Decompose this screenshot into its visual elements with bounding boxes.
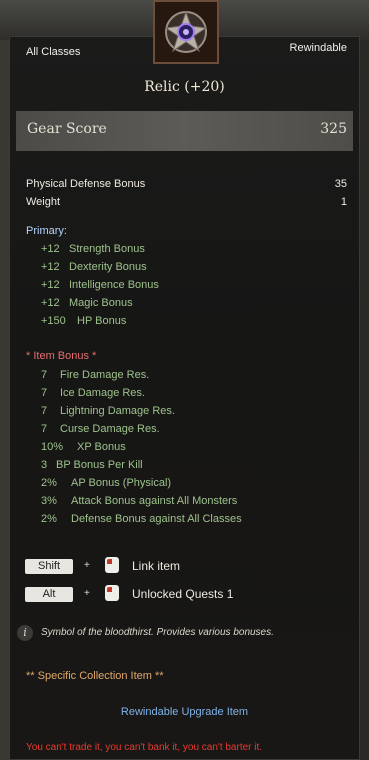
primary-label: HP Bonus: [77, 315, 127, 327]
class-restriction-label: All Classes: [26, 46, 81, 58]
collection-note: ** Specific Collection Item **: [26, 670, 164, 682]
bonus-value: 3%: [41, 495, 57, 507]
bonus-label: Defense Bonus against All Classes: [71, 513, 242, 525]
background-left: [0, 40, 9, 760]
primary-value: +12: [41, 261, 60, 273]
item-icon-frame: [153, 0, 219, 64]
bonus-value: 10%: [41, 441, 64, 453]
bonus-label: Lightning Damage Res.: [60, 405, 175, 417]
item-name: Relic (+20): [144, 79, 225, 95]
background-right: [360, 40, 369, 760]
item-bonus-title: * Item Bonus *: [26, 350, 97, 362]
primary-title: Primary:: [26, 225, 67, 237]
plus-sign: +: [84, 560, 90, 571]
mouse-left-click-icon: [105, 557, 119, 573]
upgrade-note: Rewindable Upgrade Item: [120, 706, 249, 718]
link-item-action: Link item: [132, 559, 181, 573]
stat-value: 35: [334, 178, 347, 190]
gear-score-label: Gear Score: [27, 121, 107, 137]
stat-label: Weight: [26, 196, 61, 208]
primary-value: +12: [41, 243, 60, 255]
bonus-label: Attack Bonus against All Monsters: [71, 495, 238, 507]
primary-value: +12: [41, 279, 60, 291]
mouse-left-click-icon: [105, 585, 119, 601]
bonus-label: Ice Damage Res.: [60, 387, 145, 399]
bonus-label: AP Bonus (Physical): [71, 477, 172, 489]
unlocked-quests-action: Unlocked Quests 1: [132, 587, 234, 601]
bonus-value: 2%: [41, 513, 57, 525]
trade-restriction: You can't trade it, you can't bank it, y…: [26, 742, 263, 753]
stat-value: 1: [340, 196, 347, 208]
alt-key: Alt: [25, 587, 73, 602]
bonus-value: 2%: [41, 477, 57, 489]
plus-sign: +: [84, 588, 90, 599]
primary-value: +12: [41, 297, 60, 309]
gear-score-value: 325: [320, 121, 347, 137]
relic-emblem-icon: [155, 2, 217, 62]
primary-label: Intelligence Bonus: [69, 279, 159, 291]
bonus-value: 7: [41, 423, 48, 435]
primary-value: +150: [41, 315, 66, 327]
info-icon: i: [17, 625, 33, 641]
rewindable-label: Rewindable: [289, 42, 347, 54]
bonus-value: 7: [41, 405, 48, 417]
bonus-label: XP Bonus: [77, 441, 126, 453]
bonus-value: 3: [41, 459, 48, 471]
bonus-label: BP Bonus Per Kill: [56, 459, 143, 471]
shift-key: Shift: [25, 559, 73, 574]
bonus-label: Fire Damage Res.: [60, 369, 150, 381]
bonus-value: 7: [41, 387, 48, 399]
stat-label: Physical Defense Bonus: [26, 178, 146, 190]
bonus-value: 7: [41, 369, 48, 381]
primary-label: Magic Bonus: [69, 297, 133, 309]
item-description: Symbol of the bloodthirst. Provides vari…: [41, 627, 274, 638]
bonus-label: Curse Damage Res.: [60, 423, 160, 435]
primary-label: Dexterity Bonus: [69, 261, 147, 273]
primary-label: Strength Bonus: [69, 243, 145, 255]
